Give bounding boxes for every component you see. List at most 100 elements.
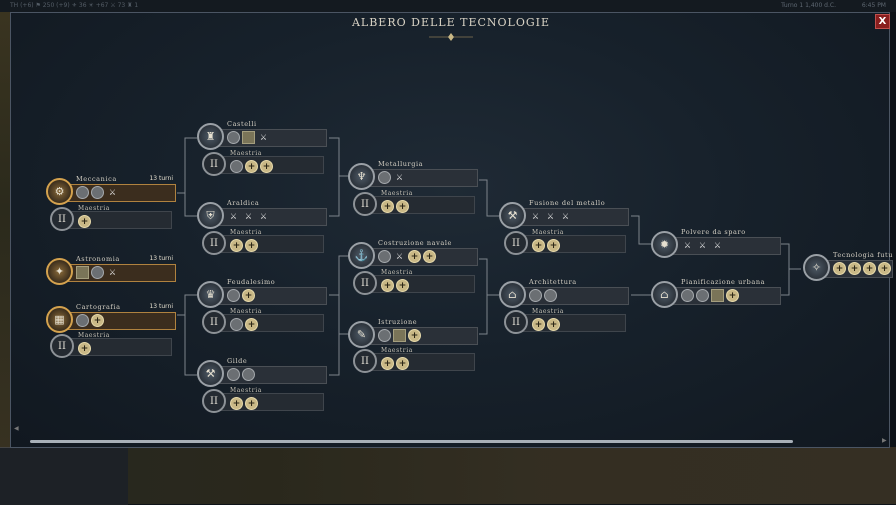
unit-icon[interactable]: ⚔: [681, 239, 694, 252]
plus-icon[interactable]: +: [381, 200, 394, 213]
mastery-icon[interactable]: II: [202, 389, 226, 413]
plus-icon[interactable]: +: [532, 239, 545, 252]
plus-icon[interactable]: +: [242, 289, 255, 302]
building-icon[interactable]: [242, 131, 255, 144]
mastery-node-costruzione[interactable]: II Maestria + +: [353, 269, 475, 295]
future-icon[interactable]: ✧: [803, 254, 830, 281]
resource-icon[interactable]: [529, 289, 542, 302]
chalice-icon[interactable]: ♆: [348, 163, 375, 190]
unit-icon[interactable]: ⚔: [544, 210, 557, 223]
telescope-icon[interactable]: ✦: [46, 258, 73, 285]
mastery-node-feudalesimo[interactable]: II Maestria +: [202, 308, 324, 334]
mastery-icon[interactable]: II: [353, 271, 377, 295]
mastery-icon[interactable]: II: [353, 349, 377, 373]
unit-icon[interactable]: ⚔: [242, 210, 255, 223]
unit-icon[interactable]: ⚔: [257, 210, 270, 223]
mastery-node-fusione[interactable]: II Maestria + +: [504, 229, 626, 255]
plus-icon[interactable]: +: [230, 239, 243, 252]
tech-node-istruzione[interactable]: ✎ Istruzione +: [348, 318, 478, 348]
resource-icon[interactable]: [227, 368, 240, 381]
resource-icon[interactable]: [696, 289, 709, 302]
plus-icon[interactable]: +: [230, 397, 243, 410]
resource-icon[interactable]: [76, 314, 89, 327]
cannon-icon[interactable]: ✹: [651, 231, 678, 258]
gear-icon[interactable]: ⚙: [46, 178, 73, 205]
minimap[interactable]: [0, 447, 128, 505]
resource-icon[interactable]: [230, 318, 243, 331]
unit-icon[interactable]: ⚔: [696, 239, 709, 252]
unit-icon[interactable]: ⚔: [227, 210, 240, 223]
unit-icon[interactable]: ⚔: [106, 266, 119, 279]
resource-icon[interactable]: [378, 329, 391, 342]
resource-icon[interactable]: [227, 289, 240, 302]
resource-icon[interactable]: [378, 171, 391, 184]
plus-icon[interactable]: +: [78, 342, 91, 355]
mastery-icon[interactable]: II: [202, 231, 226, 255]
resource-icon[interactable]: [242, 368, 255, 381]
plus-icon[interactable]: +: [848, 262, 861, 275]
mastery-node-gilde[interactable]: II Maestria + +: [202, 387, 324, 413]
mastery-node-cartografia[interactable]: II Maestria +: [50, 332, 172, 358]
building-icon[interactable]: [393, 329, 406, 342]
tech-node-araldica[interactable]: ⛨ Araldica ⚔ ⚔ ⚔: [197, 199, 327, 229]
plus-icon[interactable]: +: [423, 250, 436, 263]
tech-node-costruzione[interactable]: ⚓ Costruzione navale ⚔ + +: [348, 239, 478, 269]
tech-node-futuro[interactable]: ✧ Tecnologia futu + + + +: [803, 251, 893, 281]
tech-node-metallurgia[interactable]: ♆ Metallurgia ⚔: [348, 160, 478, 190]
tech-node-fusione[interactable]: ⚒ Fusione del metallo ⚔ ⚔ ⚔: [499, 199, 629, 229]
plus-icon[interactable]: +: [878, 262, 891, 275]
plus-icon[interactable]: +: [381, 279, 394, 292]
plus-icon[interactable]: +: [547, 318, 560, 331]
castle-icon[interactable]: ♜: [197, 123, 224, 150]
plus-icon[interactable]: +: [863, 262, 876, 275]
unit-icon[interactable]: ⚔: [529, 210, 542, 223]
plus-icon[interactable]: +: [396, 279, 409, 292]
plus-icon[interactable]: +: [245, 239, 258, 252]
mastery-node-architettura[interactable]: II Maestria + +: [504, 308, 626, 334]
tech-node-gilde[interactable]: ⚒ Gilde: [197, 357, 327, 387]
plus-icon[interactable]: +: [260, 160, 273, 173]
horizontal-scrollbar[interactable]: [30, 440, 793, 443]
hammer-icon[interactable]: ⚒: [197, 360, 224, 387]
plus-icon[interactable]: +: [381, 357, 394, 370]
unit-icon[interactable]: ⚔: [393, 171, 406, 184]
building-icon[interactable]: [76, 266, 89, 279]
tech-node-meccanica[interactable]: ⚙ Meccanica 13 turni ⚔: [46, 175, 176, 205]
resource-icon[interactable]: [91, 186, 104, 199]
tech-node-castelli[interactable]: ♜ Castelli ⚔: [197, 120, 327, 150]
scroll-left-arrow[interactable]: ◀: [14, 426, 20, 432]
plus-icon[interactable]: +: [532, 318, 545, 331]
tech-node-polvere[interactable]: ✹ Polvere da sparo ⚔ ⚔ ⚔: [651, 228, 781, 258]
mastery-icon[interactable]: II: [504, 231, 528, 255]
mastery-node-metallurgia[interactable]: II Maestria + +: [353, 190, 475, 216]
book-icon[interactable]: ✎: [348, 321, 375, 348]
mastery-icon[interactable]: II: [353, 192, 377, 216]
mastery-node-istruzione[interactable]: II Maestria + +: [353, 347, 475, 373]
plus-icon[interactable]: +: [408, 329, 421, 342]
building-icon[interactable]: [711, 289, 724, 302]
mastery-node-castelli[interactable]: II Maestria + +: [202, 150, 324, 176]
resource-icon[interactable]: [91, 266, 104, 279]
mastery-icon[interactable]: II: [50, 334, 74, 358]
plus-icon[interactable]: +: [396, 200, 409, 213]
plus-icon[interactable]: +: [245, 318, 258, 331]
ship-icon[interactable]: ⚓: [348, 242, 375, 269]
resource-icon[interactable]: [76, 186, 89, 199]
unit-icon[interactable]: ⚔: [559, 210, 572, 223]
tech-node-feudalesimo[interactable]: ♛ Feudalesimo +: [197, 278, 327, 308]
resource-icon[interactable]: [378, 250, 391, 263]
tech-node-pianificazione[interactable]: ⌂ Pianificazione urbana +: [651, 278, 781, 308]
plus-icon[interactable]: +: [833, 262, 846, 275]
shield-icon[interactable]: ⛨: [197, 202, 224, 229]
resource-icon[interactable]: [230, 160, 243, 173]
city-icon[interactable]: ⌂: [651, 281, 678, 308]
unit-icon[interactable]: ⚔: [106, 186, 119, 199]
mastery-node-meccanica[interactable]: II Maestria +: [50, 205, 172, 231]
unit-icon[interactable]: ⚔: [711, 239, 724, 252]
plus-icon[interactable]: +: [245, 397, 258, 410]
plus-icon[interactable]: +: [91, 314, 104, 327]
dome-icon[interactable]: ⌂: [499, 281, 526, 308]
crown-icon[interactable]: ♛: [197, 281, 224, 308]
unit-icon[interactable]: ⚔: [257, 131, 270, 144]
plus-icon[interactable]: +: [726, 289, 739, 302]
